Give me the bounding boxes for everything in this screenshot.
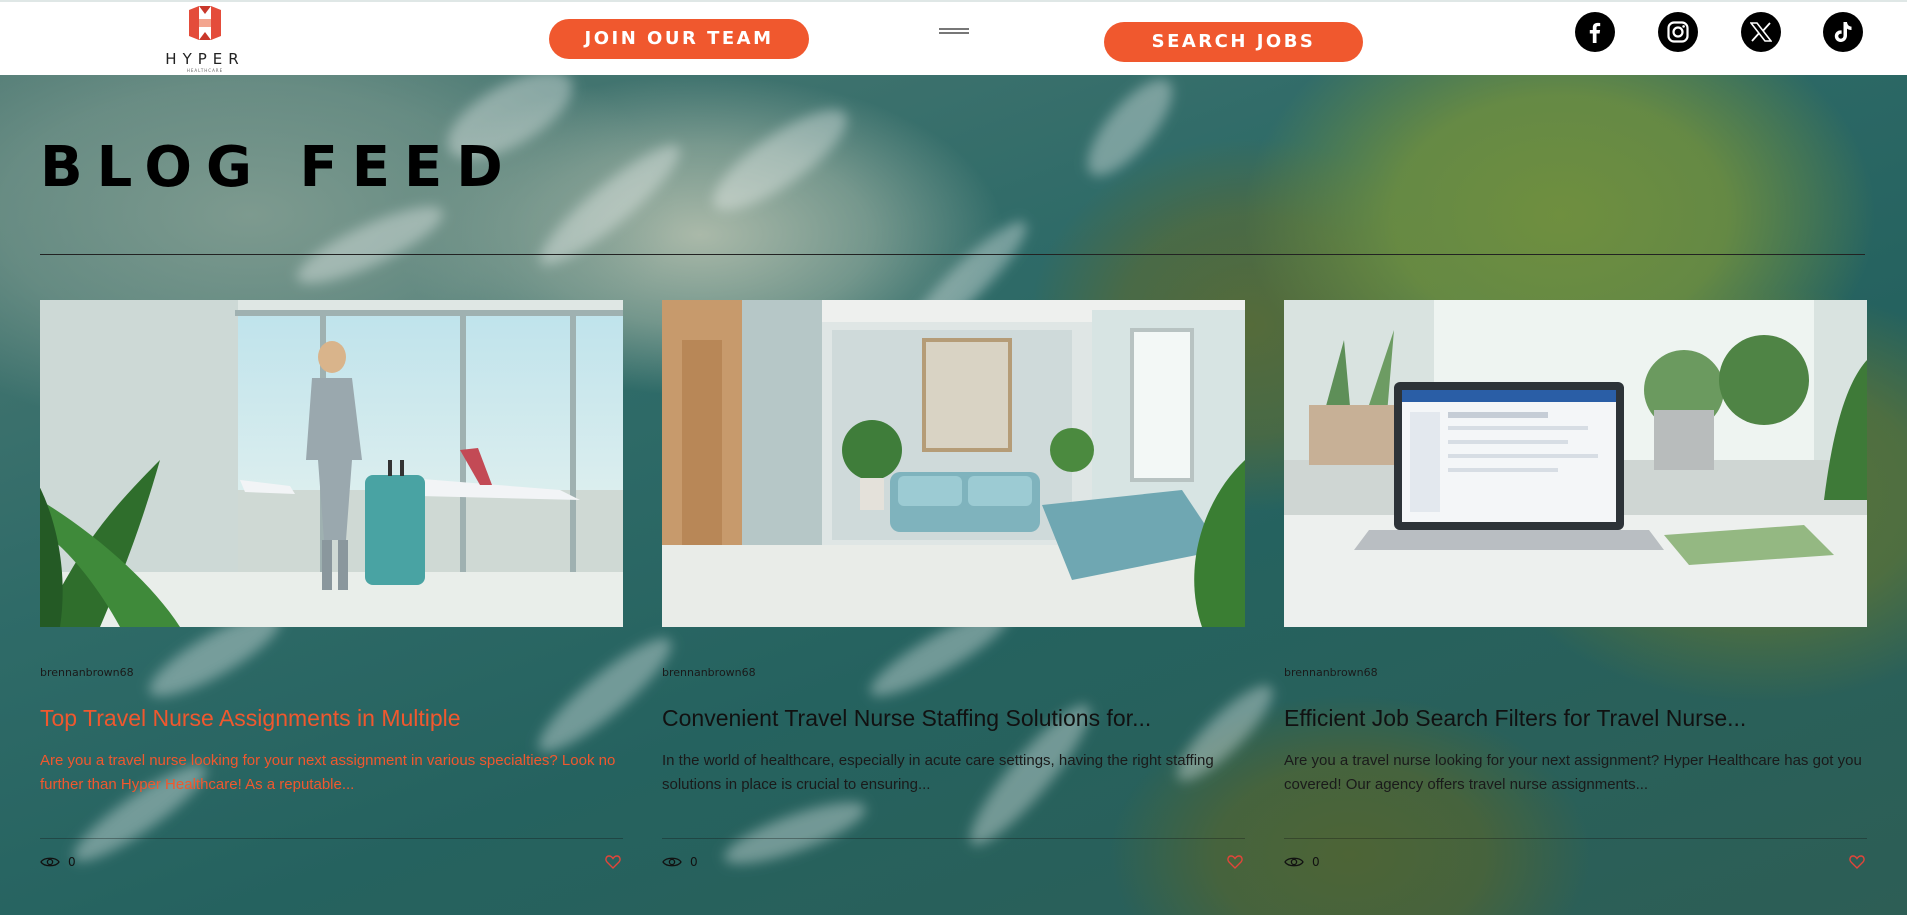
site-header: HYPER HEALTHCARE JOIN OUR TEAM SEARCH JO…: [0, 0, 1907, 75]
card-divider: [662, 838, 1245, 839]
facebook-icon[interactable]: [1575, 12, 1615, 52]
hyper-logo[interactable]: HYPER HEALTHCARE: [155, 6, 255, 73]
view-count: 0: [662, 855, 698, 869]
join-our-team-button[interactable]: JOIN OUR TEAM: [549, 19, 809, 59]
search-jobs-button[interactable]: SEARCH JOBS: [1104, 22, 1363, 62]
blog-post-card[interactable]: brennanbrown68 Efficient Job Search Filt…: [1284, 300, 1867, 880]
hamburger-menu-icon[interactable]: [939, 26, 969, 40]
post-excerpt[interactable]: Are you a travel nurse looking for your …: [1284, 749, 1867, 797]
post-image-nurse-airport[interactable]: [40, 300, 623, 627]
logo-text: HYPER: [165, 50, 245, 68]
blog-post-card[interactable]: brennanbrown68 Top Travel Nurse Assignme…: [40, 300, 623, 880]
eye-icon: [40, 857, 60, 867]
hyper-logo-mark: [189, 6, 221, 40]
post-excerpt[interactable]: In the world of healthcare, especially i…: [662, 749, 1245, 797]
view-count-value: 0: [68, 855, 76, 869]
logo-tagline: HEALTHCARE: [186, 68, 224, 73]
post-author[interactable]: brennanbrown68: [1284, 666, 1378, 679]
blog-post-card[interactable]: brennanbrown68 Convenient Travel Nurse S…: [662, 300, 1245, 880]
post-title[interactable]: Convenient Travel Nurse Staffing Solutio…: [662, 705, 1245, 732]
view-count: 0: [1284, 855, 1320, 869]
post-title[interactable]: Efficient Job Search Filters for Travel …: [1284, 705, 1867, 732]
post-excerpt[interactable]: Are you a travel nurse looking for your …: [40, 749, 623, 797]
tiktok-icon[interactable]: [1823, 12, 1863, 52]
page-title: BLOG FEED: [40, 135, 517, 200]
card-divider: [40, 838, 623, 839]
like-heart-icon[interactable]: [1227, 854, 1243, 870]
post-author[interactable]: brennanbrown68: [40, 666, 134, 679]
view-count-value: 0: [1312, 855, 1320, 869]
post-author[interactable]: brennanbrown68: [662, 666, 756, 679]
like-heart-icon[interactable]: [1849, 854, 1865, 870]
eye-icon: [1284, 857, 1304, 867]
post-image-laptop-job-search[interactable]: [1284, 300, 1867, 627]
title-divider: [40, 254, 1865, 255]
view-count-value: 0: [690, 855, 698, 869]
like-heart-icon[interactable]: [605, 854, 621, 870]
eye-icon: [662, 857, 682, 867]
post-title[interactable]: Top Travel Nurse Assignments in Multiple: [40, 705, 623, 732]
instagram-icon[interactable]: [1658, 12, 1698, 52]
x-icon[interactable]: [1741, 12, 1781, 52]
view-count: 0: [40, 855, 76, 869]
card-divider: [1284, 838, 1867, 839]
post-image-waiting-room[interactable]: [662, 300, 1245, 627]
